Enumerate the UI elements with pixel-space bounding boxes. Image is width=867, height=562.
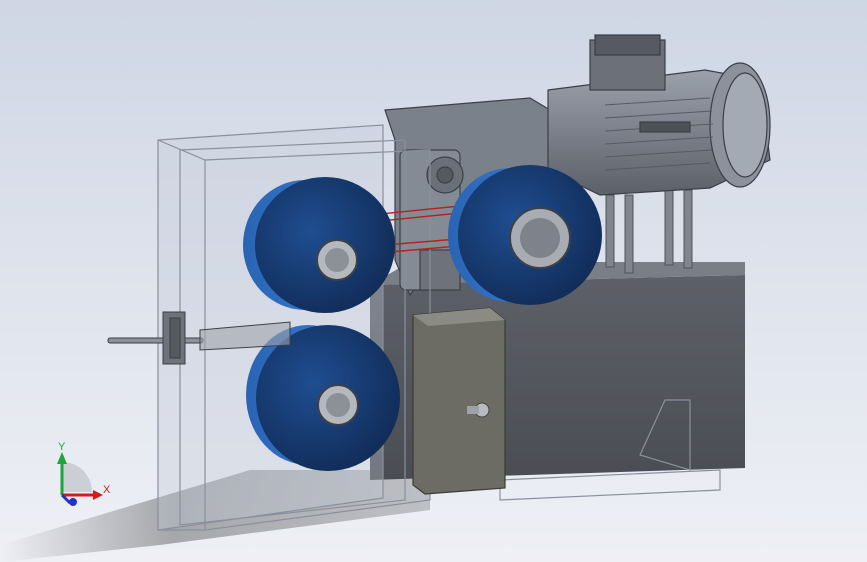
y-axis-label: Y — [58, 441, 66, 453]
triad-graphic — [57, 452, 103, 506]
cad-3d-viewport[interactable]: Y X — [0, 0, 867, 562]
x-axis-label: X — [103, 484, 111, 496]
